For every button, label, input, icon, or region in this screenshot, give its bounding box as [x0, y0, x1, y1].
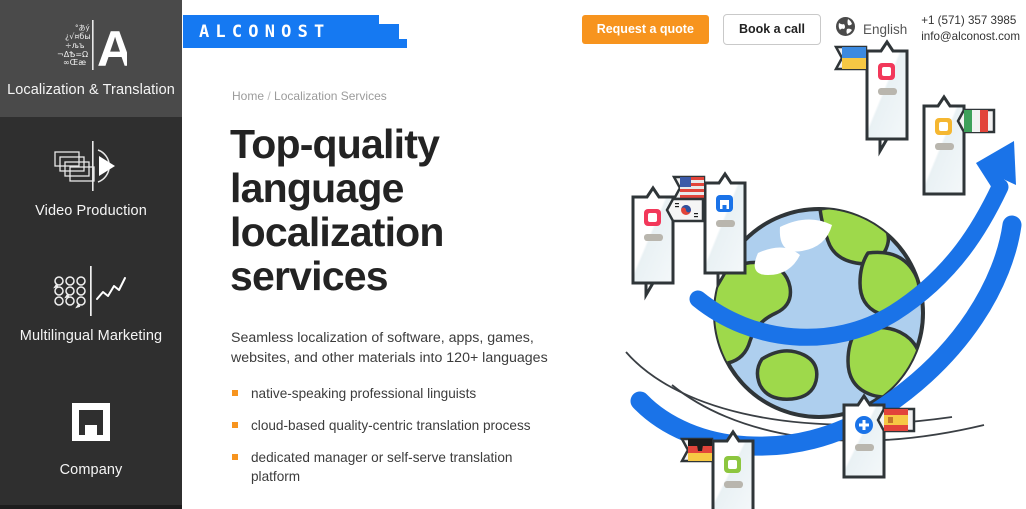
globe-illustration — [612, 13, 1026, 509]
hero-feature-list: native-speaking professional linguists c… — [231, 385, 561, 500]
svg-text:÷љъ: ÷љъ — [65, 41, 85, 50]
hero-subheading: Seamless localization of software, apps,… — [231, 330, 548, 367]
svg-text:¿√¤бы: ¿√¤бы — [65, 32, 91, 41]
list-item: dedicated manager or self-serve translat… — [231, 449, 561, 485]
card-spain — [842, 393, 916, 479]
card-germany — [679, 429, 755, 509]
list-item: native-speaking professional linguists — [231, 385, 561, 403]
alconost-square-a-icon — [65, 399, 117, 451]
card-ukraine — [833, 39, 909, 157]
card-south-korea — [631, 185, 705, 301]
logo-shape-step-lower — [373, 39, 407, 48]
sidebar-item-localization-translation[interactable]: °あý ¿√¤бы ÷љъ ¬ΔѢ=Ω ∞Œæ A Localization &… — [0, 0, 182, 117]
sidebar-item-multilingual-marketing[interactable]: Multilingual Marketing — [0, 242, 182, 367]
svg-text:A: A — [97, 21, 127, 71]
breadcrumb-home[interactable]: Home — [232, 89, 264, 103]
page-root: °あý ¿√¤бы ÷љъ ¬ΔѢ=Ω ∞Œæ A Localization &… — [0, 0, 1026, 509]
breadcrumb-current: Localization Services — [274, 89, 387, 103]
breadcrumb: Home / Localization Services — [232, 89, 387, 103]
breadcrumb-separator: / — [267, 89, 271, 103]
card-italy — [922, 94, 996, 196]
sidebar: °あý ¿√¤бы ÷љъ ¬ΔѢ=Ω ∞Œæ A Localization &… — [0, 0, 182, 509]
svg-text:∞Œæ: ∞Œæ — [63, 58, 86, 67]
page-title: Top-quality language localization servic… — [230, 121, 444, 299]
sidebar-item-label: Localization & Translation — [7, 82, 175, 98]
alconost-logo[interactable]: ALCONOST — [183, 15, 407, 48]
video-play-icon — [52, 140, 130, 192]
sidebar-item-video-production[interactable]: Video Production — [0, 117, 182, 242]
card-united-states — [671, 171, 747, 291]
svg-text:°あý: °あý — [75, 24, 90, 32]
list-item: cloud-based quality-centric translation … — [231, 417, 561, 435]
sidebar-item-label: Company — [59, 461, 123, 478]
sidebar-bottom-strip — [0, 505, 182, 509]
sidebar-item-label: Multilingual Marketing — [19, 328, 163, 344]
sidebar-item-company[interactable]: Company — [0, 367, 182, 509]
alphabet-a-icon: °あý ¿√¤бы ÷љъ ¬ΔѢ=Ω ∞Œæ A — [55, 19, 127, 71]
sidebar-item-label: Video Production — [35, 203, 147, 219]
logo-shape-step-upper — [379, 24, 399, 39]
speech-bubbles-chart-icon — [51, 265, 131, 317]
main-content: ALCONOST Request a quote Book a call Eng… — [182, 0, 1026, 509]
logo-wordmark: ALCONOST — [199, 21, 331, 42]
